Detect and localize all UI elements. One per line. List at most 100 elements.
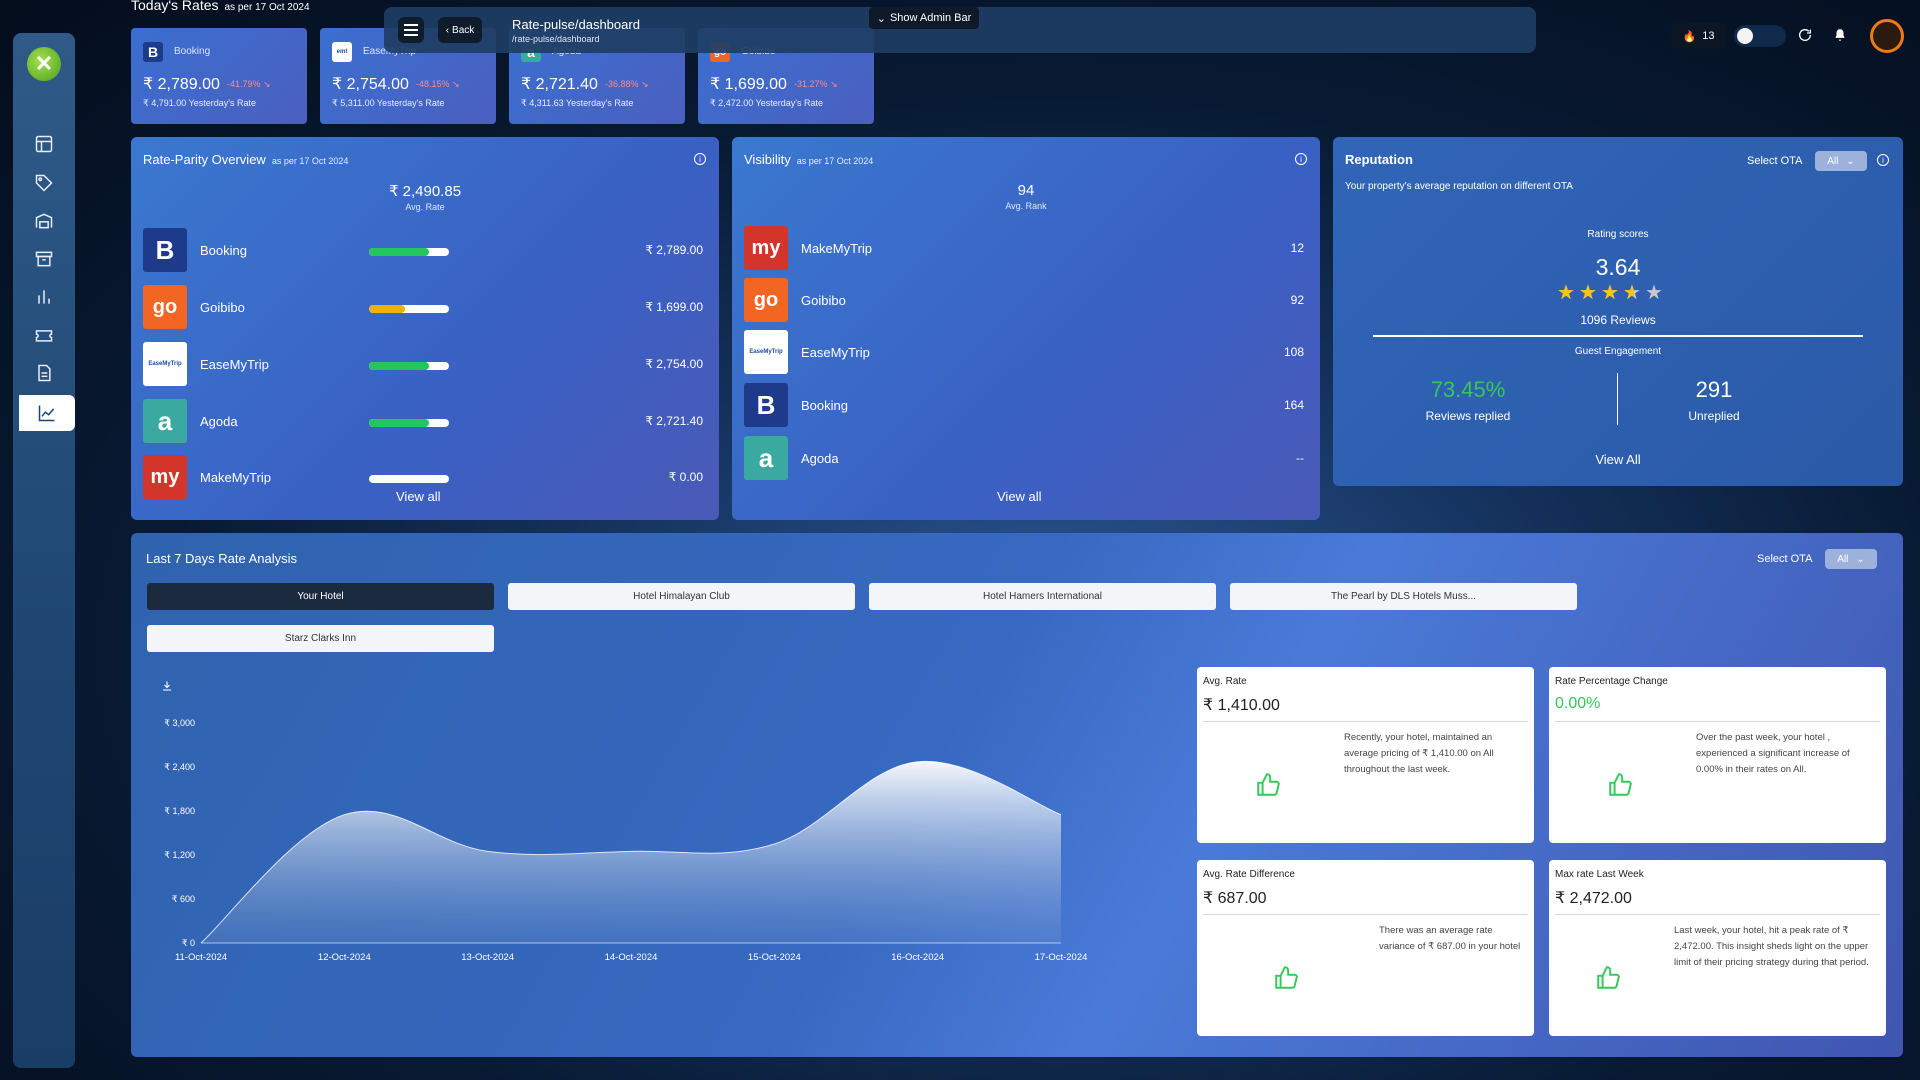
reputation-view-all-link[interactable]: View All: [1333, 452, 1903, 467]
chevron-down-icon: ⌄: [1846, 155, 1855, 167]
download-icon[interactable]: [161, 679, 173, 697]
page-title: Rate-pulse/dashboard: [512, 17, 640, 32]
file-icon: [38, 364, 51, 382]
insight-title: Avg. Rate Difference: [1203, 869, 1295, 880]
insight-description: Last week, your hotel, hit a peak rate o…: [1674, 925, 1869, 968]
streak-badge[interactable]: 🔥 13: [1671, 23, 1726, 49]
ota-logo-icon: go: [744, 278, 788, 322]
back-button[interactable]: ‹ Back: [438, 17, 482, 43]
archive-icon: [35, 251, 53, 267]
show-admin-bar-button[interactable]: ⌄ Show Admin Bar: [869, 7, 979, 29]
star-icon: ★★: [1579, 282, 1597, 304]
sidebar-item-reports[interactable]: [13, 355, 75, 391]
visibility-view-all-link[interactable]: View all: [997, 489, 1042, 504]
theme-toggle[interactable]: [1734, 25, 1786, 47]
ota-value: ₹ 0.00: [668, 470, 703, 484]
sidebar-item-dashboard[interactable]: [13, 126, 75, 162]
tab-hotel-hamers-international[interactable]: Hotel Hamers International: [869, 583, 1216, 610]
insight-value: 0.00%: [1555, 695, 1601, 712]
tab-the-pearl[interactable]: The Pearl by DLS Hotels Muss...: [1230, 583, 1577, 610]
rating-value: 3.64: [1595, 254, 1641, 280]
line-chart-icon: [38, 405, 55, 422]
insight-divider: [1555, 721, 1880, 722]
y-tick-label: ₹ 1,800: [164, 806, 195, 816]
ota-name: Agoda: [801, 451, 839, 466]
guest-engagement-label: Guest Engagement: [1574, 346, 1662, 357]
info-icon[interactable]: i: [1877, 154, 1889, 166]
todays-rates-title: Today's Rates as per 17 Oct 2024: [131, 0, 310, 13]
rate-parity-panel: Rate-Parity Overview as per 17 Oct 2024 i…: [131, 137, 719, 520]
sidebar-item-rooms[interactable]: [13, 203, 75, 239]
ota-name: Booking: [200, 243, 247, 258]
y-tick-label: ₹ 600: [172, 894, 195, 904]
ota-logo-icon: B: [143, 228, 187, 272]
avg-rate-stat: ₹ 2,490.85 Avg. Rate: [325, 182, 525, 212]
info-icon[interactable]: i: [1295, 153, 1307, 165]
y-tick-label: ₹ 1,200: [164, 850, 195, 860]
star-icon: ★★: [1645, 282, 1663, 304]
ota-logo-icon: EaseMyTrip: [744, 330, 788, 374]
rate-card-price: ₹ 2,789.00: [143, 76, 220, 93]
insight-card-rate-difference: Avg. Rate Difference ₹ 687.00 There was …: [1197, 860, 1534, 1036]
rate-parity-row: B Booking ₹ 2,789.00: [143, 228, 703, 274]
x-tick-label: 16-Oct-2024: [891, 952, 944, 963]
thumbs-up-icon: [1255, 772, 1281, 803]
parity-bar-fill: [369, 305, 405, 313]
sidebar-item-analytics[interactable]: [13, 279, 75, 315]
tab-your-hotel[interactable]: Your Hotel: [147, 583, 494, 610]
sidebar: ✕: [13, 33, 75, 1068]
avg-rate-value: ₹ 2,490.85: [388, 183, 462, 200]
rate-card-booking[interactable]: B Booking ₹ 2,789.00 -41.79% ↘ ₹ 4,791.0…: [131, 28, 307, 124]
x-tick-label: 17-Oct-2024: [1035, 952, 1088, 963]
parity-bar: [369, 248, 449, 256]
rating-stars: ★★★★★★★★★★: [1557, 282, 1677, 304]
rate-analysis-panel: Last 7 Days Rate Analysis Select OTA All…: [131, 533, 1903, 1057]
user-avatar[interactable]: [1870, 19, 1904, 53]
sidebar-item-tags[interactable]: [13, 165, 75, 201]
x-tick-label: 13-Oct-2024: [461, 952, 514, 963]
rate-analysis-title: Last 7 Days Rate Analysis: [146, 551, 298, 566]
ota-logo-icon: EaseMyTrip: [143, 342, 187, 386]
parity-bar: [369, 475, 449, 483]
info-icon[interactable]: i: [694, 153, 706, 165]
ota-value: ₹ 2,754.00: [645, 357, 703, 371]
visibility-heading: Visibility: [744, 152, 791, 167]
visibility-row: B Booking 164: [744, 383, 1304, 429]
app-logo[interactable]: ✕: [27, 47, 61, 81]
tab-starz-clarks-inn[interactable]: Starz Clarks Inn: [147, 625, 494, 652]
y-tick-label: ₹ 0: [182, 938, 195, 948]
reputation-ota-dropdown[interactable]: All ⌄: [1815, 151, 1867, 171]
bell-icon[interactable]: [1833, 27, 1847, 48]
sidebar-item-rate-pulse[interactable]: [19, 395, 75, 431]
insight-card-rate-change: Rate Percentage Change 0.00% Over the pa…: [1549, 667, 1886, 843]
refresh-icon[interactable]: [1797, 27, 1813, 48]
ota-name: MakeMyTrip: [200, 470, 272, 485]
avg-rank-value: 94: [1017, 182, 1035, 199]
rate-parity-view-all-link[interactable]: View all: [396, 489, 441, 504]
rate-card-change: -36.88% ↘: [605, 79, 649, 89]
insight-title: Avg. Rate: [1203, 676, 1247, 687]
rate-card-change: -48.15% ↘: [416, 79, 460, 89]
reviews-replied-label: Reviews replied: [1425, 409, 1511, 423]
tab-hotel-himalayan-club[interactable]: Hotel Himalayan Club: [508, 583, 855, 610]
x-tick-label: 14-Oct-2024: [605, 952, 658, 963]
page-path: /rate-pulse/dashboard: [512, 34, 600, 44]
x-tick-label: 12-Oct-2024: [318, 952, 371, 963]
reputation-title: Reputation: [1345, 152, 1413, 167]
dropdown-value: All: [1827, 155, 1839, 167]
parity-bar: [369, 305, 449, 313]
ota-name: Goibibo: [801, 293, 846, 308]
visibility-row: my MakeMyTrip 12: [744, 226, 1304, 272]
insight-value: ₹ 2,472.00: [1555, 890, 1632, 907]
rate-card-change-value: -36.88%: [605, 79, 639, 89]
back-button-label: Back: [452, 24, 475, 36]
rate-card-change-value: -48.15%: [416, 79, 450, 89]
sidebar-item-tickets[interactable]: [13, 317, 75, 353]
reviews-replied-pct: 73.45%: [1430, 377, 1506, 402]
sidebar-item-inventory[interactable]: [13, 241, 75, 277]
analysis-ota-dropdown[interactable]: All ⌄: [1825, 549, 1877, 569]
rate-parity-heading: Rate-Parity Overview: [143, 152, 266, 167]
insight-value: ₹ 687.00: [1203, 890, 1267, 907]
parity-bar-fill: [369, 248, 429, 256]
menu-button[interactable]: [398, 17, 424, 43]
